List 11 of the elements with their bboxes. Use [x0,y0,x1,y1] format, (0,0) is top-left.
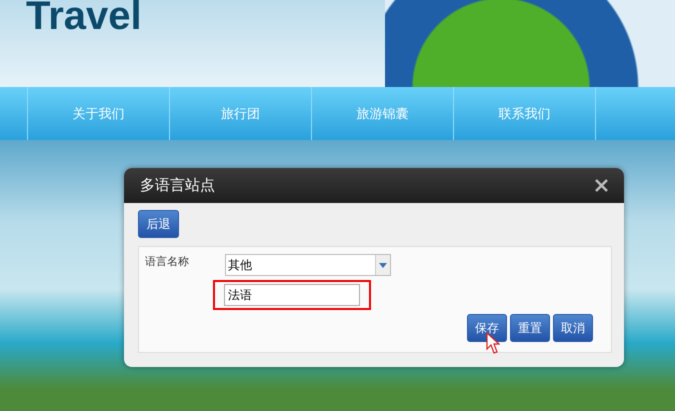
dialog-button[interactable]: 保存 [467,314,507,342]
back-button[interactable]: 后退 [138,210,179,238]
caret-icon [379,262,387,268]
field-label: 语言名称 [144,254,190,270]
dialog-button[interactable]: 重置 [510,314,550,342]
travel-logo: Travel [26,0,142,36]
dialog-button[interactable]: 取消 [553,314,593,342]
close-icon[interactable] [595,179,608,192]
language-input[interactable]: 法语 [224,284,360,306]
language-select[interactable]: 其他 [225,254,391,276]
dialog-title: 多语言站点 [140,176,215,195]
